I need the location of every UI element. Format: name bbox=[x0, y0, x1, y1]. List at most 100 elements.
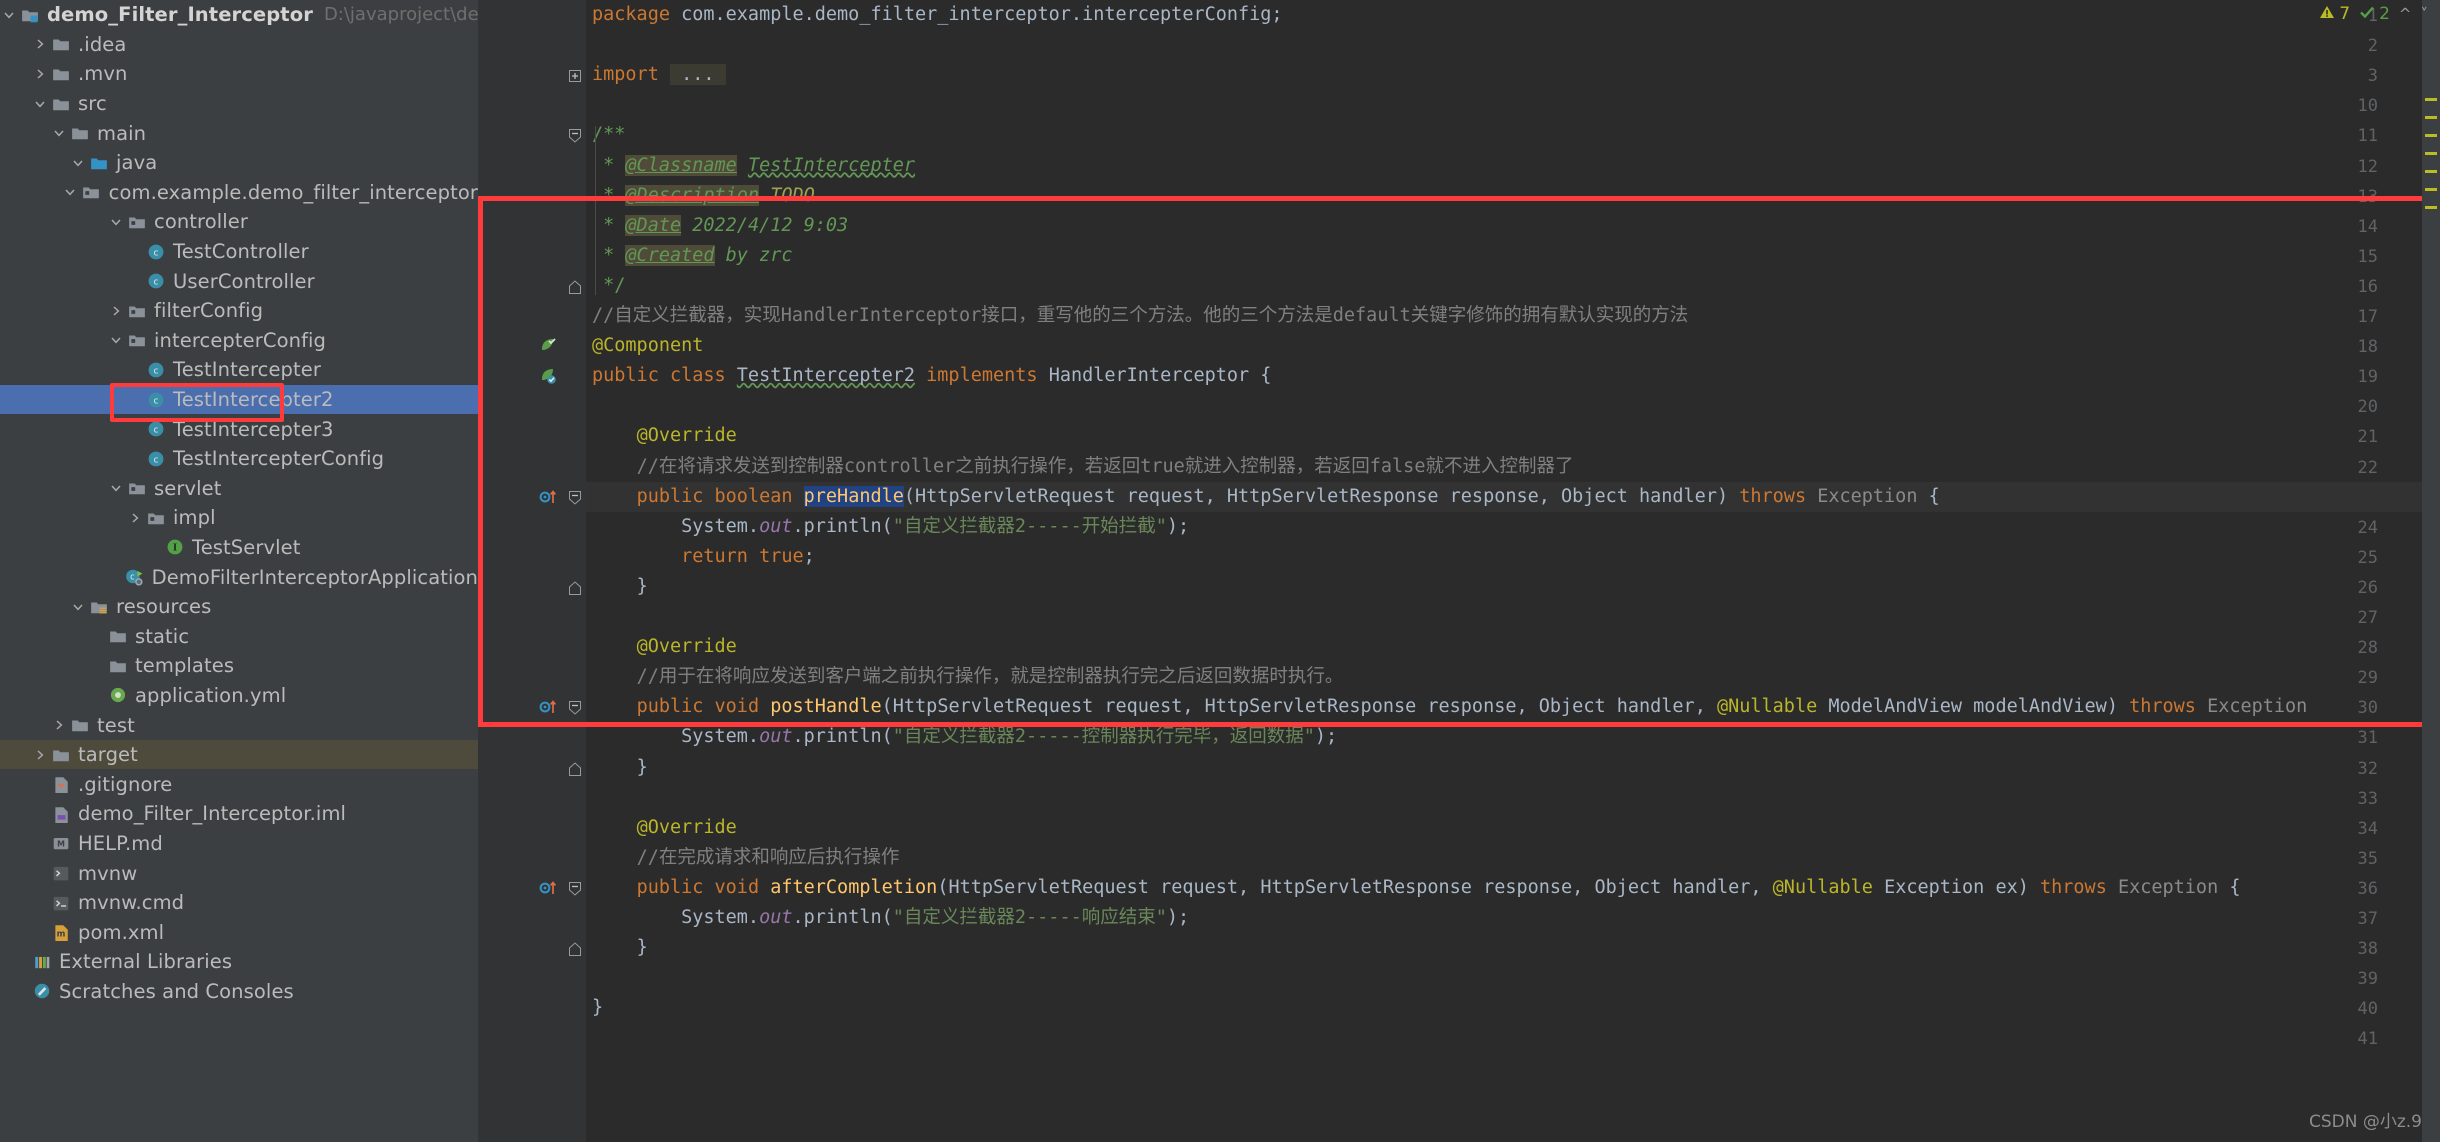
tree-item-scratches-and-consoles[interactable]: Scratches and Consoles bbox=[0, 977, 478, 1007]
code-line[interactable]: package com.example.demo_filter_intercep… bbox=[586, 0, 1283, 30]
fold-collapse-icon[interactable] bbox=[568, 881, 584, 897]
spring-bean-icon[interactable] bbox=[538, 366, 560, 388]
marker-warning[interactable] bbox=[2425, 206, 2437, 209]
code-content[interactable]: package com.example.demo_filter_intercep… bbox=[586, 0, 2440, 1142]
override-method-icon[interactable] bbox=[538, 487, 560, 509]
tree-item-resources[interactable]: resources bbox=[0, 592, 478, 622]
tree-item-demo-filter-interceptor[interactable]: demo_Filter_Interceptor D:\javaproject\de… bbox=[0, 0, 478, 30]
project-tree-panel[interactable]: demo_Filter_Interceptor D:\javaproject\de… bbox=[0, 0, 478, 1142]
tree-item-application-yml[interactable]: application.yml bbox=[0, 681, 478, 711]
tree-item-testintercepter3[interactable]: c TestIntercepter3 bbox=[0, 414, 478, 444]
warning-status[interactable]: 7 bbox=[2319, 4, 2350, 25]
chevron-down-icon[interactable] bbox=[0, 9, 17, 21]
code-line[interactable] bbox=[586, 963, 592, 993]
code-line[interactable]: public boolean preHandle(HttpServletRequ… bbox=[586, 481, 2440, 512]
tree-item-src[interactable]: src bbox=[0, 89, 478, 119]
marker-rail[interactable] bbox=[2422, 0, 2440, 1142]
chevron-right-icon[interactable] bbox=[31, 749, 48, 761]
tree-item-pom-xml[interactable]: m pom.xml bbox=[0, 917, 478, 947]
fold-end-icon[interactable] bbox=[568, 761, 584, 777]
code-line[interactable] bbox=[586, 602, 592, 632]
code-line[interactable]: * @Created by zrc bbox=[586, 241, 793, 271]
tree-item-filterconfig[interactable]: filterConfig bbox=[0, 296, 478, 326]
code-line[interactable]: public void postHandle(HttpServletReques… bbox=[586, 692, 2308, 722]
tree-item-usercontroller[interactable]: c UserController bbox=[0, 266, 478, 296]
code-line[interactable]: * @Description TODO bbox=[586, 181, 815, 211]
chevron-down-icon[interactable] bbox=[107, 334, 124, 346]
code-line[interactable]: @Override bbox=[586, 632, 737, 662]
override-method-icon[interactable] bbox=[538, 878, 560, 900]
chevron-down-icon[interactable] bbox=[62, 186, 79, 198]
tree-item-controller[interactable]: controller bbox=[0, 207, 478, 237]
chevron-right-icon[interactable] bbox=[31, 68, 48, 80]
fold-collapse-icon[interactable] bbox=[568, 490, 584, 506]
fold-collapse-icon[interactable] bbox=[568, 128, 584, 144]
fold-end-icon[interactable] bbox=[568, 941, 584, 957]
code-line[interactable]: return true; bbox=[586, 542, 815, 572]
chevron-down-icon[interactable] bbox=[50, 127, 67, 139]
chevron-right-icon[interactable] bbox=[126, 512, 143, 524]
code-line[interactable]: } bbox=[586, 572, 648, 602]
code-line[interactable]: * @Classname TestIntercepter bbox=[586, 151, 915, 181]
code-line[interactable]: //在完成请求和响应后执行操作 bbox=[586, 843, 900, 873]
code-line[interactable]: //用于在将响应发送到客户端之前执行操作，就是控制器执行完之后返回数据时执行。 bbox=[586, 662, 1344, 692]
chevron-down-icon[interactable] bbox=[69, 601, 86, 613]
fold-collapse-icon[interactable] bbox=[568, 700, 584, 716]
code-line[interactable]: System.out.println("自定义拦截器2-----控制器执行完毕，… bbox=[586, 722, 1337, 752]
marker-warning[interactable] bbox=[2425, 188, 2437, 191]
chevron-right-icon[interactable] bbox=[50, 719, 67, 731]
fold-end-icon[interactable] bbox=[568, 580, 584, 596]
fold-expand-icon[interactable] bbox=[568, 68, 584, 84]
chevron-right-icon[interactable] bbox=[31, 38, 48, 50]
chevron-down-icon[interactable] bbox=[107, 216, 124, 228]
marker-warning[interactable] bbox=[2425, 134, 2437, 137]
chevron-right-icon[interactable] bbox=[107, 305, 124, 317]
marker-warning[interactable] bbox=[2425, 152, 2437, 155]
code-line[interactable]: import ... bbox=[586, 60, 726, 90]
tree-item-java[interactable]: java bbox=[0, 148, 478, 178]
code-line[interactable]: @Component bbox=[586, 331, 703, 361]
tree-item-mvnw-cmd[interactable]: mvnw.cmd bbox=[0, 888, 478, 918]
tree-item--idea[interactable]: .idea bbox=[0, 30, 478, 60]
code-line[interactable]: //自定义拦截器，实现HandlerInterceptor接口，重写他的三个方法… bbox=[586, 301, 1688, 331]
tree-item--gitignore[interactable]: .gitignore bbox=[0, 769, 478, 799]
chevron-up-icon[interactable]: ^ bbox=[2399, 5, 2412, 23]
tree-item-main[interactable]: main bbox=[0, 118, 478, 148]
code-line[interactable]: * @Date 2022/4/12 9:03 bbox=[586, 211, 848, 241]
editor-gutter[interactable] bbox=[478, 0, 586, 1142]
tree-item-servlet[interactable]: servlet bbox=[0, 474, 478, 504]
code-line[interactable] bbox=[586, 30, 592, 60]
tree-item-static[interactable]: static bbox=[0, 621, 478, 651]
chevron-down-icon[interactable]: ˅ bbox=[2421, 5, 2429, 23]
tree-item-testcontroller[interactable]: c TestController bbox=[0, 237, 478, 267]
code-line[interactable]: /** bbox=[586, 120, 625, 150]
code-line[interactable]: public void afterCompletion(HttpServletR… bbox=[586, 873, 2241, 903]
override-method-icon[interactable] bbox=[538, 697, 560, 719]
tree-item-impl[interactable]: impl bbox=[0, 503, 478, 533]
code-line[interactable]: } bbox=[586, 933, 648, 963]
marker-warning[interactable] bbox=[2425, 116, 2437, 119]
code-line[interactable] bbox=[586, 783, 592, 813]
code-line[interactable]: public class TestIntercepter2 implements… bbox=[586, 361, 1271, 391]
chevron-down-icon[interactable] bbox=[31, 98, 48, 110]
chevron-down-icon[interactable] bbox=[107, 482, 124, 494]
tree-item-demofilterinterceptorapplication[interactable]: c DemoFilterInterceptorApplication bbox=[0, 562, 478, 592]
tree-item-intercepterconfig[interactable]: intercepterConfig bbox=[0, 326, 478, 356]
tree-item-external-libraries[interactable]: External Libraries bbox=[0, 947, 478, 977]
inspection-status-bar[interactable]: 7 2 ^ ˅ bbox=[2307, 0, 2440, 28]
chevron-down-icon[interactable] bbox=[69, 157, 86, 169]
tree-item-testintercepter[interactable]: c TestIntercepter bbox=[0, 355, 478, 385]
tree-item-testintercepterconfig[interactable]: c TestIntercepterConfig bbox=[0, 444, 478, 474]
tree-item-testintercepter2[interactable]: c TestIntercepter2 bbox=[0, 384, 478, 415]
marker-warning[interactable] bbox=[2425, 170, 2437, 173]
fold-end-icon[interactable] bbox=[568, 279, 584, 295]
code-line[interactable] bbox=[586, 90, 592, 120]
code-line[interactable]: @Override bbox=[586, 813, 737, 843]
code-line[interactable] bbox=[586, 391, 592, 421]
code-line[interactable]: System.out.println("自定义拦截器2-----开始拦截"); bbox=[586, 512, 1189, 542]
tree-item-help-md[interactable]: M HELP.md bbox=[0, 829, 478, 859]
marker-warning[interactable] bbox=[2425, 98, 2437, 101]
code-line[interactable]: */ bbox=[586, 271, 625, 301]
tree-item-com-example-demo-filter-interceptor[interactable]: com.example.demo_filter_interceptor bbox=[0, 178, 478, 208]
code-line[interactable]: @Override bbox=[586, 421, 737, 451]
